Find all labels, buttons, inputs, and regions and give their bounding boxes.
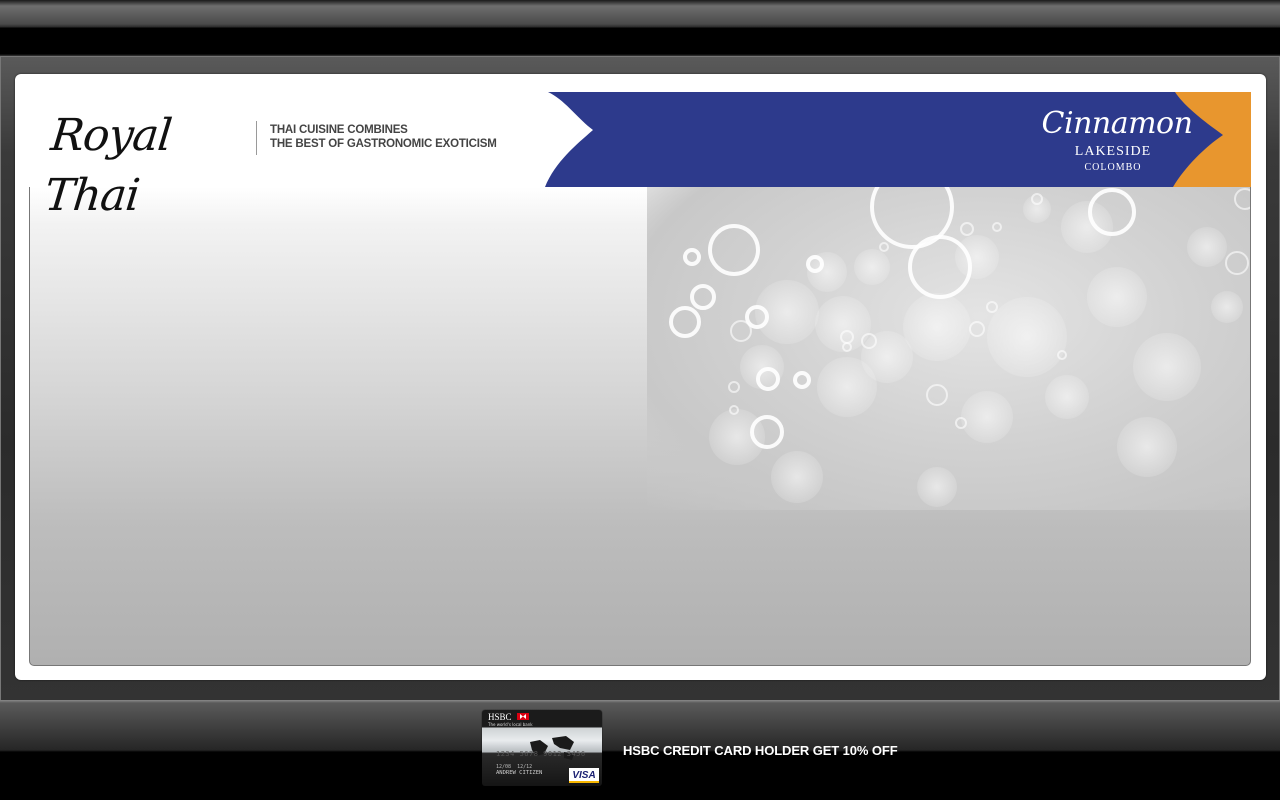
cinnamon-city: COLOMBO [1084,162,1142,173]
card-number: 1234 5678 9012 3456 [496,750,586,758]
tagline: THAI CUISINE COMBINES THE BEST OF GASTRO… [270,123,497,151]
cinnamon-brand: Cinnamon [1041,106,1193,141]
visa-logo: VISA [569,768,599,783]
royal-thai-logo: Royal Thai [42,110,174,221]
hsbc-card-slogan: The world's local bank [488,722,533,727]
bubble-decoration [647,187,1250,510]
tagline-line-1: THAI CUISINE COMBINES [270,124,408,136]
hsbc-credit-card-image[interactable]: HSBC The world's local bank 1234 5678 90… [482,710,602,786]
content-panel [29,187,1251,666]
top-bar [0,0,1280,56]
card-holder-name: ANDREW CITIZEN [496,770,543,776]
hsbc-card-brand: HSBC [488,712,512,722]
hsbc-offer-text[interactable]: HSBC CREDIT CARD HOLDER GET 10% OFF [623,743,898,758]
hsbc-hexagon-icon [517,713,529,720]
header-divider [256,121,257,155]
cinnamon-location: LAKESIDE [1074,144,1152,159]
tagline-line-2: THE BEST OF GASTRONOMIC EXOTICISM [270,138,497,150]
